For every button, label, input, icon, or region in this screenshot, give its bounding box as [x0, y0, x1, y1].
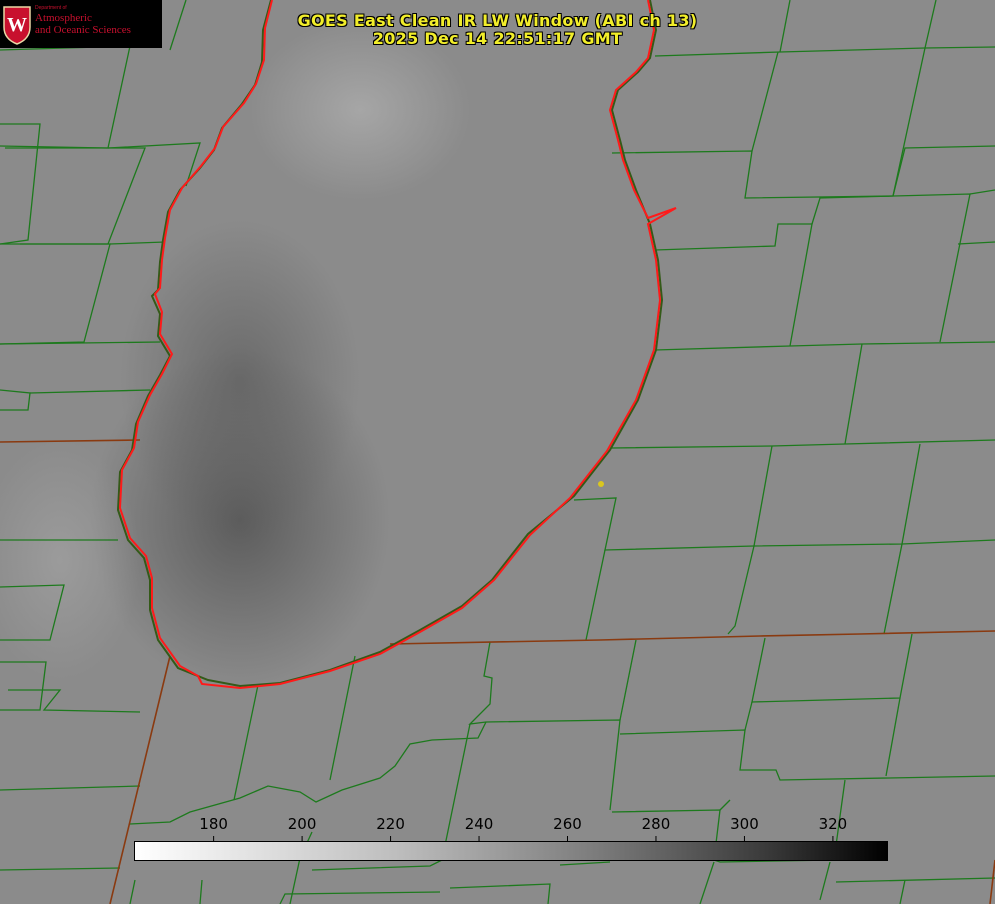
colorbar-tick-label: 180	[199, 815, 228, 833]
colorbar-tick-label: 320	[818, 815, 848, 833]
colorbar-tick-label: 240	[464, 815, 494, 833]
colorbar-tick-label: 300	[730, 815, 759, 833]
colorbar-tick-label: 280	[641, 815, 671, 833]
colorbar-tick-label: 200	[287, 815, 317, 833]
colorbar-tick-label: 220	[376, 815, 405, 833]
city-marker	[598, 481, 604, 487]
colorbar	[134, 841, 888, 861]
image-title: GOES East Clean IR LW Window (ABI ch 13)	[297, 11, 698, 30]
image-timestamp: 2025 Dec 14 22:51:17 GMT	[372, 29, 623, 48]
colorbar-tick-label: 260	[553, 815, 582, 833]
satellite-map	[0, 0, 995, 904]
